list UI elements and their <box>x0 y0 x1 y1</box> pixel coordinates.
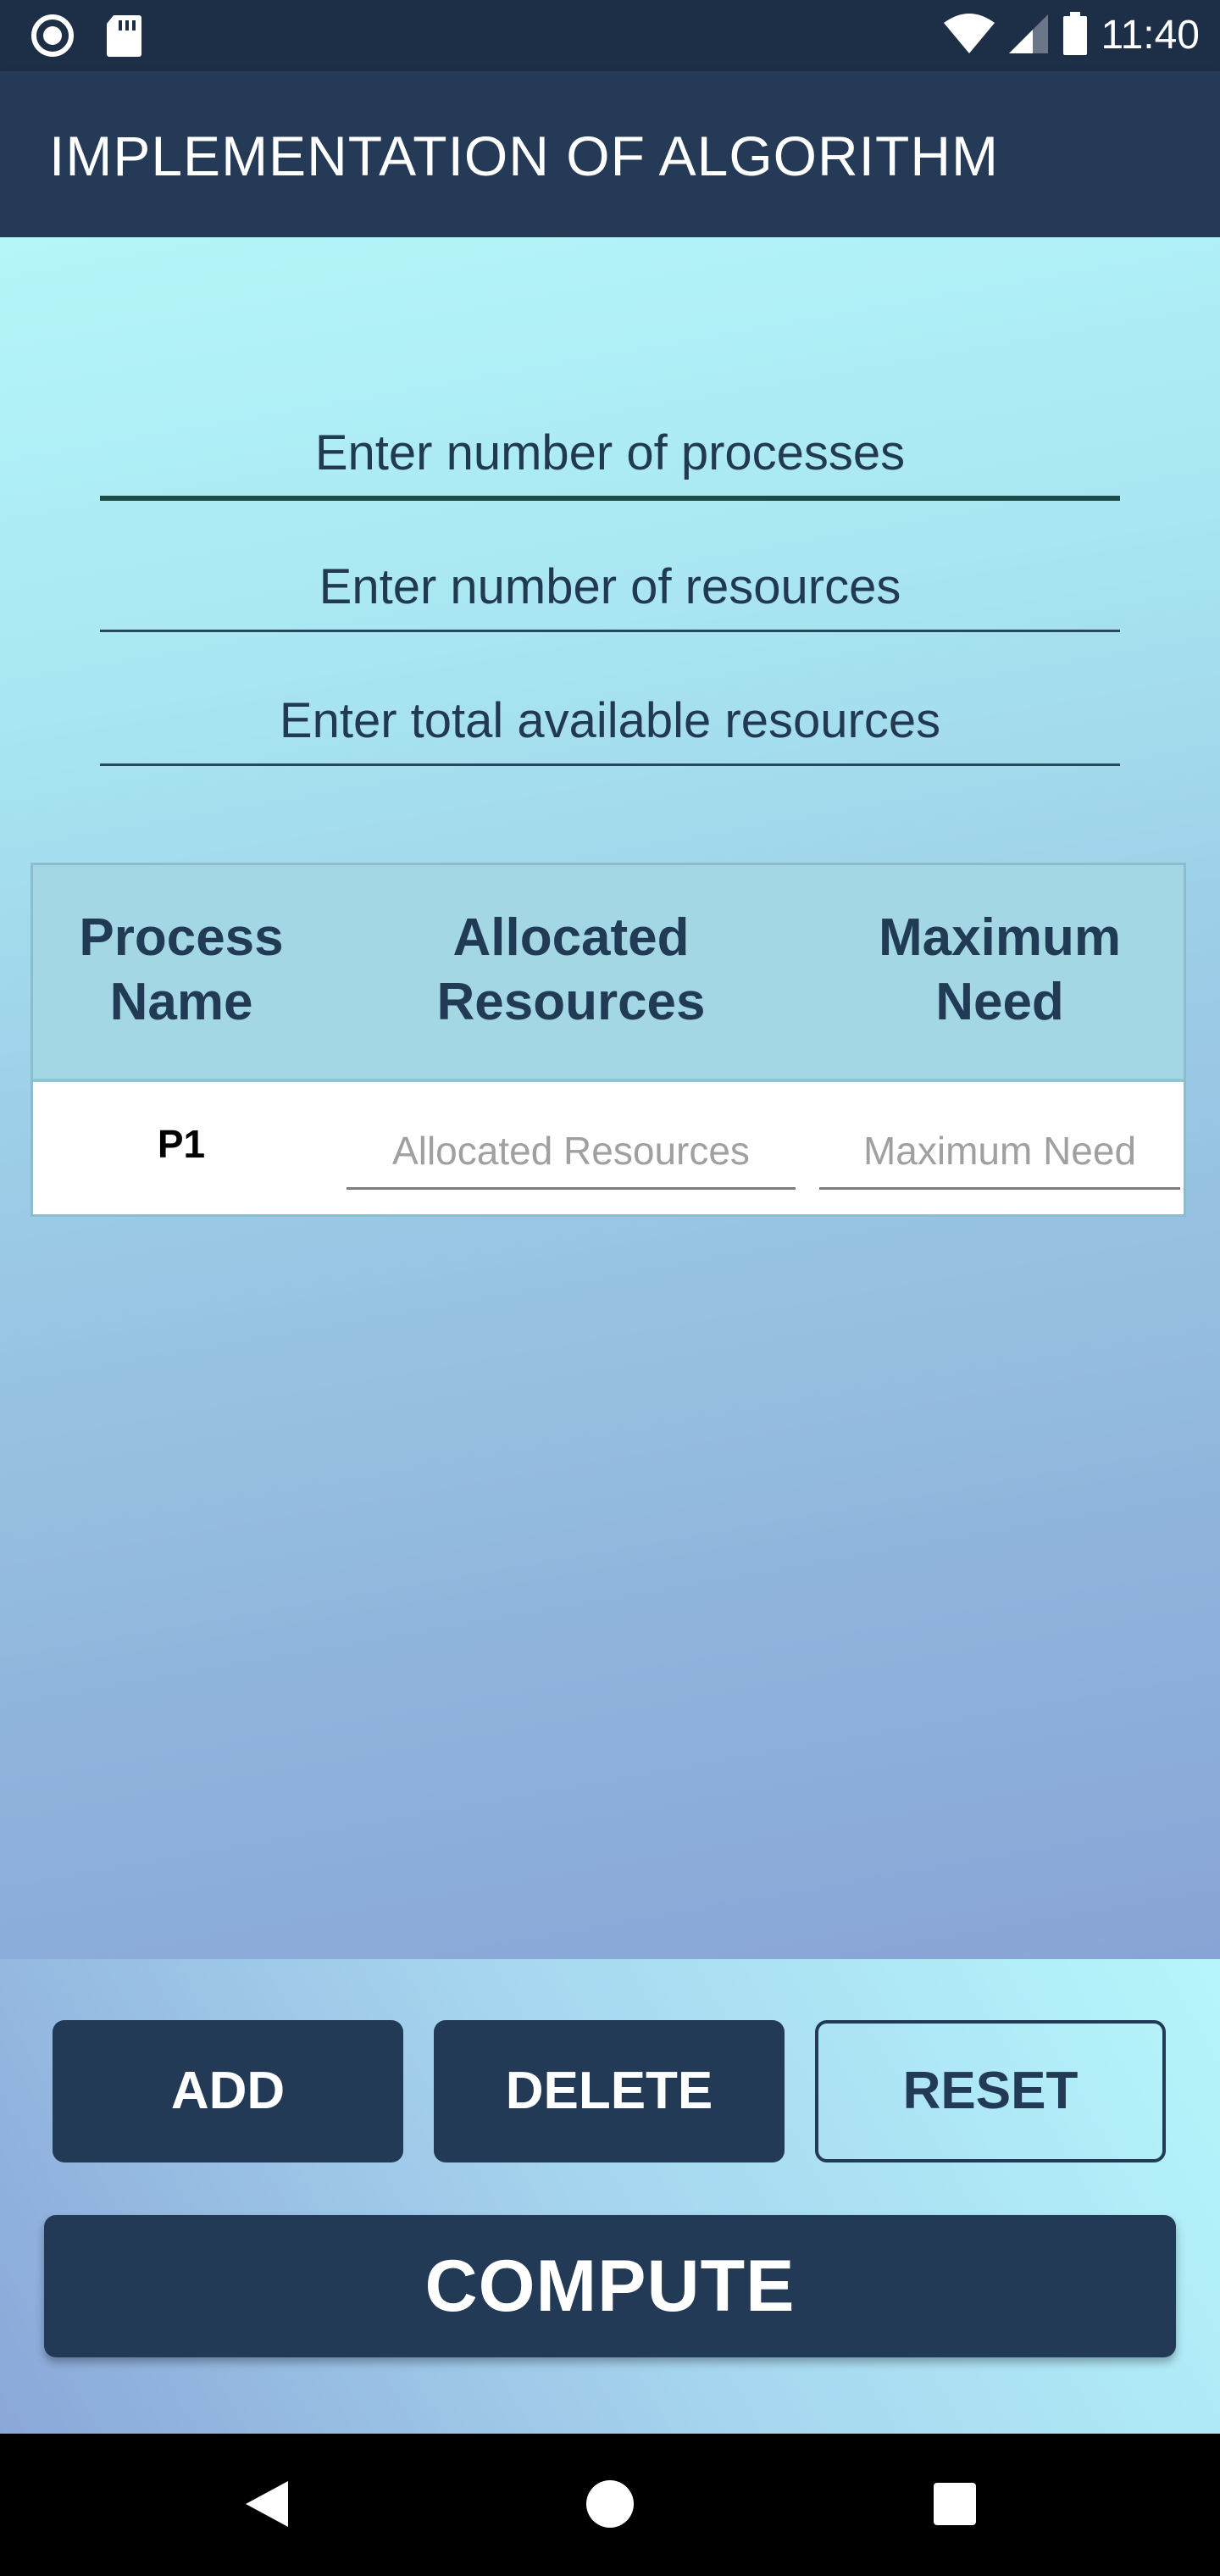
delete-button[interactable]: DELETE <box>434 2020 785 2162</box>
available-resources-input[interactable]: Enter total available resources <box>100 679 1120 766</box>
header-allocated-resources: Allocated Resources <box>338 906 804 1035</box>
maximum-need-placeholder: Maximum Need <box>862 1129 1137 1173</box>
signal-icon <box>1007 13 1050 59</box>
processes-placeholder: Enter number of processes <box>314 425 906 480</box>
header-process-name: Process Name <box>33 906 330 1035</box>
record-icon <box>30 14 75 62</box>
action-footer: ADD DELETE RESET COMPUTE <box>0 1959 1220 2434</box>
available-placeholder: Enter total available resources <box>279 693 941 748</box>
home-icon[interactable] <box>585 2478 635 2534</box>
header-maximum-need-line: Need <box>935 973 1064 1031</box>
back-icon[interactable] <box>242 2478 291 2534</box>
main-content: Enter number of processes Enter number o… <box>0 237 1220 1959</box>
resources-input[interactable]: Enter number of resources <box>100 545 1120 632</box>
header-process-name-line: Process <box>79 908 284 967</box>
wifi-icon <box>943 13 995 59</box>
reset-button[interactable]: RESET <box>815 2020 1166 2162</box>
header-allocated-resources-line: Resources <box>436 973 706 1031</box>
header-maximum-need-line: Maximum <box>879 908 1121 967</box>
header-maximum-need: Maximum Need <box>811 906 1189 1035</box>
processes-input[interactable]: Enter number of processes <box>100 411 1120 501</box>
allocated-resources-input[interactable]: Allocated Resources <box>347 1116 796 1190</box>
allocated-placeholder: Allocated Resources <box>392 1129 750 1173</box>
status-bar: 11:40 <box>0 0 1220 71</box>
battery-icon <box>1062 11 1089 60</box>
page-title: IMPLEMENTATION OF ALGORITHM <box>49 125 999 187</box>
process-name-cell: P1 <box>157 1122 206 1166</box>
recents-icon[interactable] <box>932 2478 978 2534</box>
clock: 11:40 <box>1101 13 1200 58</box>
resources-placeholder: Enter number of resources <box>319 559 901 614</box>
header-process-name-line: Name <box>109 973 253 1031</box>
table-row: P1 Allocated Resources Maximum Need <box>33 1082 1184 1214</box>
app-bar: IMPLEMENTATION OF ALGORITHM <box>0 71 1220 237</box>
table-header: Process Name Allocated Resources Maximum Need <box>33 865 1184 1082</box>
process-table: Process Name Allocated Resources Maximum Need… <box>30 863 1186 1217</box>
add-button[interactable]: ADD <box>53 2020 403 2162</box>
navigation-bar <box>0 2434 1220 2576</box>
maximum-need-input[interactable]: Maximum Need <box>819 1116 1180 1190</box>
sd-card-icon <box>105 14 142 62</box>
header-allocated-resources-line: Allocated <box>452 908 690 967</box>
compute-button[interactable]: COMPUTE <box>44 2215 1176 2357</box>
